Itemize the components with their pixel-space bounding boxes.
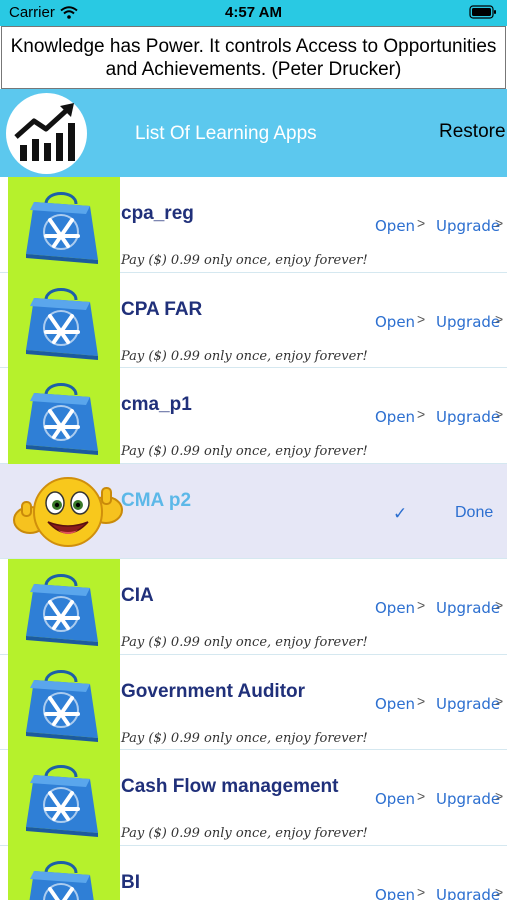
app-name: BI bbox=[121, 871, 140, 893]
thumbs-up-smiley-icon bbox=[13, 476, 123, 547]
clock: 4:57 AM bbox=[225, 4, 282, 21]
app-store-bag-icon bbox=[20, 757, 102, 839]
chevron-right-icon: > bbox=[495, 692, 504, 709]
list-item: BI Open > Upgrade > bbox=[0, 845, 507, 900]
battery-icon bbox=[469, 5, 496, 19]
list-item-purchased: CMA p2 ✓ Done bbox=[0, 463, 507, 560]
app-store-bag-icon bbox=[20, 662, 102, 744]
list-item: CPA FAR Pay ($) 0.99 only once, enjoy fo… bbox=[0, 272, 507, 368]
chevron-right-icon: > bbox=[417, 406, 426, 422]
price-text: Pay ($) 0.99 only once, enjoy forever! bbox=[121, 444, 368, 459]
upgrade-button[interactable]: Upgrade bbox=[436, 408, 500, 426]
chevron-right-icon: > bbox=[495, 310, 504, 327]
app-store-bag-icon bbox=[20, 280, 102, 362]
open-button[interactable]: Open bbox=[375, 217, 415, 235]
open-button[interactable]: Open bbox=[375, 886, 415, 900]
app-store-bag-icon bbox=[20, 184, 102, 266]
app-store-bag-icon bbox=[20, 853, 102, 900]
price-text: Pay ($) 0.99 only once, enjoy forever! bbox=[121, 635, 368, 650]
app-name: CMA p2 bbox=[121, 489, 192, 511]
price-text: Pay ($) 0.99 only once, enjoy forever! bbox=[121, 348, 368, 364]
chevron-right-icon: > bbox=[495, 597, 504, 613]
list-item: Government Auditor Pay ($) 0.99 only onc… bbox=[0, 654, 507, 750]
chart-up-icon bbox=[14, 103, 75, 161]
list-item: CIA Pay ($) 0.99 only once, enjoy foreve… bbox=[0, 559, 507, 655]
open-button[interactable]: Open bbox=[375, 599, 415, 617]
upgrade-button[interactable]: Upgrade bbox=[436, 599, 500, 617]
done-button[interactable]: Done bbox=[455, 504, 493, 522]
chevron-right-icon: > bbox=[495, 788, 504, 804]
open-button[interactable]: Open bbox=[375, 790, 415, 808]
upgrade-button[interactable]: Upgrade bbox=[436, 695, 500, 713]
list-item: cma_p1 Pay ($) 0.99 only once, enjoy for… bbox=[0, 368, 507, 464]
chevron-right-icon: > bbox=[417, 597, 426, 613]
thumbnail bbox=[8, 368, 120, 464]
app-name: CPA FAR bbox=[121, 298, 203, 320]
thumbnail bbox=[8, 845, 120, 900]
list-item: cpa_reg Pay ($) 0.99 only once, enjoy fo… bbox=[0, 177, 507, 273]
open-button[interactable]: Open bbox=[375, 313, 415, 331]
thumbnail bbox=[8, 654, 120, 750]
price-text: Pay ($) 0.99 only once, enjoy forever! bbox=[121, 730, 368, 746]
upgrade-button[interactable]: Upgrade bbox=[436, 313, 500, 331]
app-name: Cash Flow management bbox=[121, 776, 339, 797]
chevron-right-icon: > bbox=[417, 310, 426, 327]
app-name: Government Auditor bbox=[121, 680, 306, 702]
growth-chart-logo bbox=[6, 93, 87, 174]
thumbnail bbox=[8, 750, 120, 846]
app-name: cpa_reg bbox=[121, 203, 194, 224]
nav-bar: List Of Learning Apps Restore bbox=[0, 89, 507, 177]
chevron-right-icon: > bbox=[417, 215, 426, 231]
thumbnail bbox=[8, 559, 120, 655]
chevron-right-icon: > bbox=[495, 215, 504, 231]
app-name: cma_p1 bbox=[121, 394, 192, 415]
upgrade-button[interactable]: Upgrade bbox=[436, 886, 500, 900]
quote-banner: Knowledge has Power. It controls Access … bbox=[1, 26, 506, 89]
open-button[interactable]: Open bbox=[375, 695, 415, 713]
status-bar: Carrier 4:57 AM bbox=[0, 0, 507, 26]
upgrade-button[interactable]: Upgrade bbox=[436, 790, 500, 808]
thumbnail bbox=[8, 272, 120, 368]
app-store-bag-icon bbox=[20, 375, 102, 457]
list-item: Cash Flow management Pay ($) 0.99 only o… bbox=[0, 750, 507, 846]
chevron-right-icon: > bbox=[495, 406, 504, 422]
upgrade-button[interactable]: Upgrade bbox=[436, 217, 500, 235]
app-list: cpa_reg Pay ($) 0.99 only once, enjoy fo… bbox=[0, 177, 507, 900]
chevron-right-icon: > bbox=[417, 788, 426, 804]
chevron-right-icon: > bbox=[417, 692, 426, 709]
thumbnail bbox=[8, 464, 123, 560]
app-name: CIA bbox=[121, 585, 154, 606]
restore-button[interactable]: Restore bbox=[439, 121, 506, 143]
chevron-right-icon: > bbox=[495, 883, 504, 900]
nav-title: List Of Learning Apps bbox=[135, 123, 317, 144]
app-store-bag-icon bbox=[20, 566, 102, 648]
open-button[interactable]: Open bbox=[375, 408, 415, 426]
price-text: Pay ($) 0.99 only once, enjoy forever! bbox=[121, 253, 368, 268]
chevron-right-icon: > bbox=[417, 883, 426, 900]
price-text: Pay ($) 0.99 only once, enjoy forever! bbox=[121, 826, 368, 841]
thumbnail bbox=[8, 177, 120, 273]
checkmark-icon: ✓ bbox=[393, 503, 408, 523]
